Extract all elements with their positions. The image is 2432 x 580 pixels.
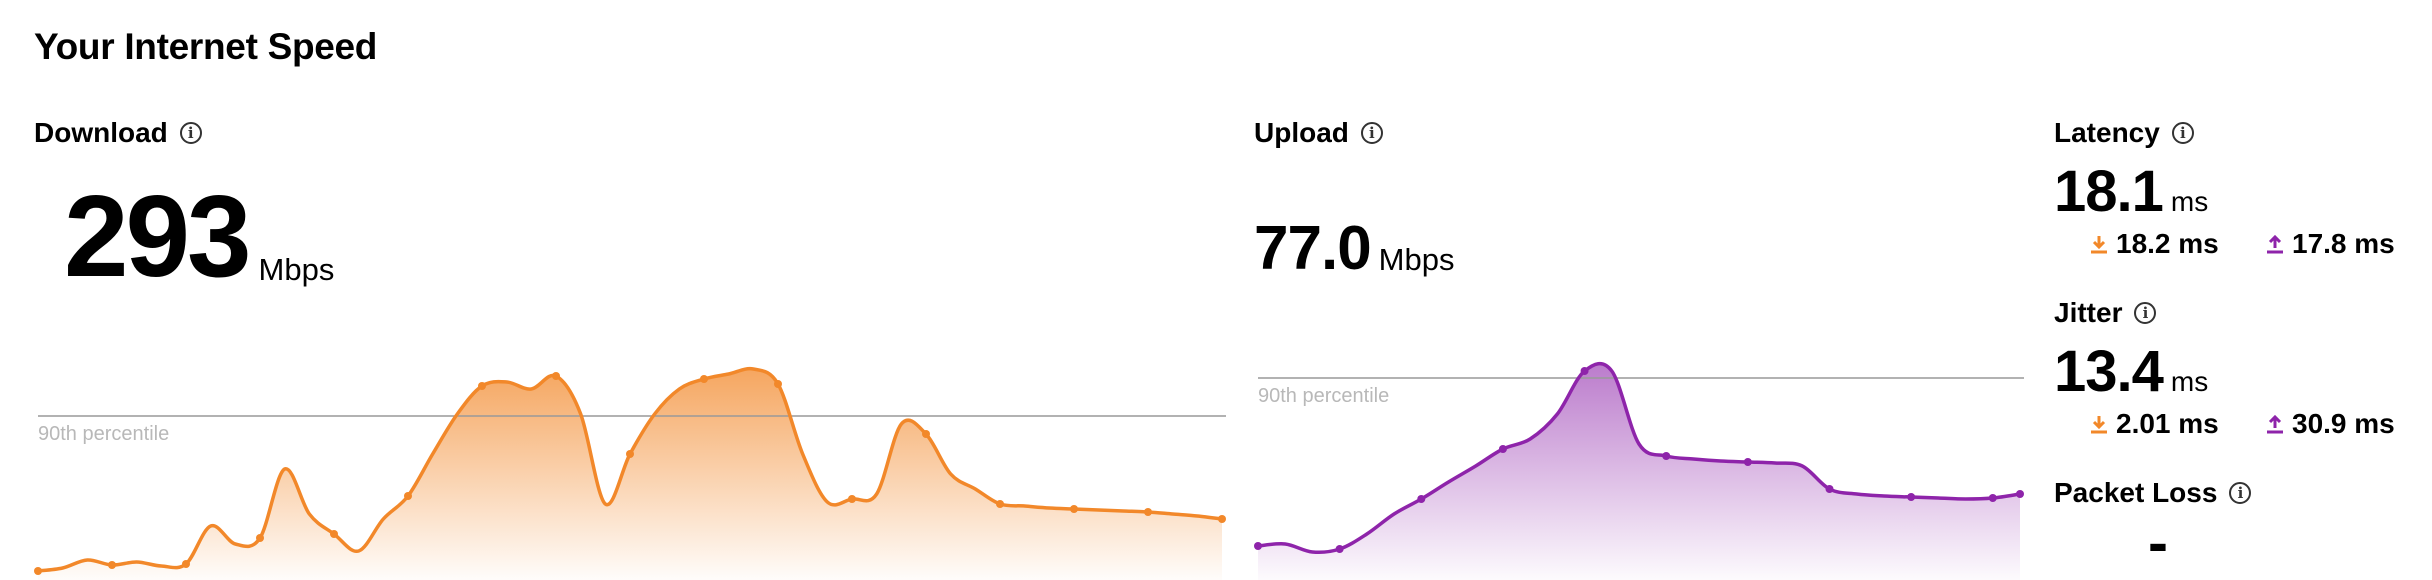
upload-data-point (1743, 458, 1752, 466)
info-icon[interactable]: i (2229, 482, 2252, 504)
packet-loss-value: - (2148, 509, 2168, 576)
download-area (38, 368, 1222, 580)
upload-chart: 90th percentile (1254, 361, 2024, 580)
upload-data-point (2016, 490, 2024, 498)
upload-data-point (1254, 542, 1262, 550)
download-chart: 90th percentile (34, 366, 1226, 580)
download-data-point (922, 430, 930, 438)
upload-percentile-label: 90th percentile (1258, 385, 1389, 407)
download-data-point (256, 534, 264, 542)
upload-unit: Mbps (1378, 242, 1455, 277)
latency-unit: ms (2170, 186, 2209, 217)
latency-download-value: 18.2 ms (2116, 228, 2219, 259)
download-data-point (1070, 505, 1078, 513)
upload-data-point (1988, 494, 1997, 502)
upload-section-title: Upload i (1254, 117, 1383, 149)
jitter-section-title: Jitter i (2054, 297, 2157, 329)
download-section-title: Download i (34, 117, 202, 149)
download-unit: Mbps (258, 252, 335, 287)
upload-data-point (1907, 493, 1916, 501)
download-data-point (1144, 508, 1152, 516)
download-data-point (182, 560, 190, 568)
download-percentile-label: 90th percentile (38, 423, 169, 445)
latency-download: 18.2 ms (2088, 228, 2219, 260)
upload-data-point (1335, 545, 1344, 553)
download-label: Download (34, 117, 168, 148)
upload-arrow-icon (2267, 414, 2283, 434)
latency-upload: 17.8 ms (2264, 228, 2395, 260)
download-data-point (330, 530, 338, 538)
download-data-point (774, 380, 782, 388)
download-data-point (1218, 515, 1226, 523)
jitter-unit: ms (2170, 366, 2209, 397)
download-data-point (700, 375, 708, 383)
jitter-upload-value: 30.9 ms (2292, 408, 2395, 439)
download-arrow-icon (2091, 416, 2107, 434)
download-data-point (404, 492, 412, 500)
info-icon[interactable]: i (1360, 122, 1383, 144)
latency-value: 18.1 (2054, 159, 2164, 224)
download-value-group: 293 Mbps (64, 178, 334, 294)
jitter-download: 2.01 ms (2088, 408, 2219, 440)
download-data-point (552, 372, 560, 380)
upload-data-point (1580, 367, 1589, 375)
packet-loss-section-title: Packet Loss i (2054, 477, 2252, 509)
upload-value: 77.0 (1254, 214, 1372, 283)
info-icon[interactable]: i (179, 122, 202, 144)
info-icon[interactable]: i (2171, 122, 2194, 144)
latency-upload-value: 17.8 ms (2292, 228, 2395, 259)
download-data-point (478, 382, 486, 390)
upload-label: Upload (1254, 117, 1349, 148)
upload-value-group: 77.0 Mbps (1254, 218, 1454, 280)
download-data-point (996, 500, 1004, 508)
jitter-download-value: 2.01 ms (2116, 408, 2219, 439)
upload-data-point (1825, 485, 1834, 493)
download-data-point (108, 561, 116, 569)
upload-data-point (1498, 445, 1507, 453)
download-arrow-icon (2091, 236, 2107, 254)
jitter-upload: 30.9 ms (2264, 408, 2395, 440)
download-data-point (848, 495, 856, 503)
jitter-value: 13.4 (2054, 339, 2164, 404)
latency-section-title: Latency i (2054, 117, 2194, 149)
upload-data-point (1417, 495, 1426, 503)
latency-value-group: 18.1 ms (2054, 158, 2208, 225)
page-title: Your Internet Speed (34, 26, 378, 67)
upload-data-point (1662, 452, 1671, 460)
packet-loss-label: Packet Loss (2054, 477, 2218, 508)
jitter-label: Jitter (2054, 297, 2123, 328)
download-data-point (34, 567, 42, 575)
jitter-value-group: 13.4 ms (2054, 338, 2208, 405)
info-icon[interactable]: i (2134, 302, 2157, 324)
upload-arrow-icon (2267, 234, 2283, 254)
download-data-point (626, 450, 634, 458)
latency-label: Latency (2054, 117, 2160, 148)
download-value: 293 (64, 171, 252, 301)
